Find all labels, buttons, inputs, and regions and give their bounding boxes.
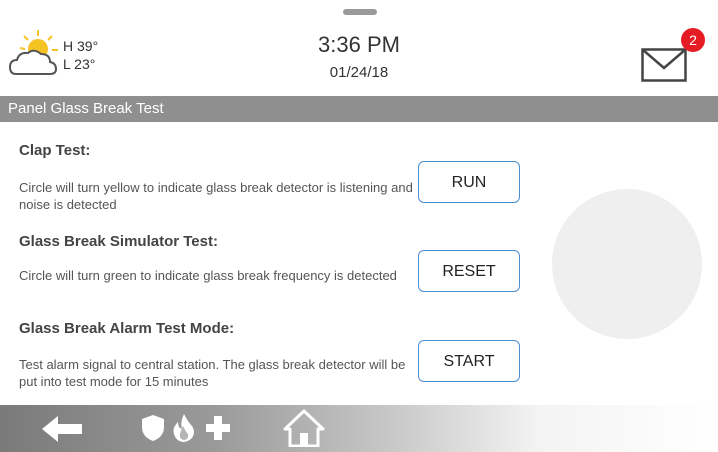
low-temperature: L 23° — [63, 56, 96, 72]
page-title: Panel Glass Break Test — [8, 100, 164, 117]
shield-icon[interactable] — [142, 415, 164, 441]
clap-test-description: Circle will turn yellow to indicate glas… — [19, 180, 413, 212]
envelope-icon — [641, 48, 687, 82]
current-time: 3:36 PM — [318, 32, 400, 57]
back-arrow-icon[interactable] — [42, 416, 82, 442]
simulator-test-description: Circle will turn green to indicate glass… — [19, 268, 397, 283]
status-indicator-circle — [552, 189, 702, 339]
partly-cloudy-icon — [8, 30, 58, 75]
simulator-test-heading: Glass Break Simulator Test: — [19, 233, 218, 250]
message-count-badge: 2 — [681, 28, 705, 52]
alarm-test-description: Test alarm signal to central station. Th… — [19, 357, 406, 389]
start-button[interactable]: START — [418, 340, 520, 382]
alarm-test-heading: Glass Break Alarm Test Mode: — [19, 320, 235, 337]
pull-down-handle[interactable] — [343, 9, 377, 15]
page-title-bar: Panel Glass Break Test — [0, 96, 718, 122]
run-button[interactable]: RUN — [418, 161, 520, 203]
fire-icon[interactable] — [172, 414, 196, 442]
high-temperature: H 39° — [63, 38, 99, 54]
reset-button[interactable]: RESET — [418, 250, 520, 292]
home-icon[interactable] — [283, 409, 325, 447]
clock: 3:36 PM 01/24/18 — [259, 32, 459, 81]
clap-test-heading: Clap Test: — [19, 142, 91, 159]
messages-button[interactable]: 2 — [639, 28, 709, 88]
weather-widget[interactable]: H 39° L 23° — [8, 24, 128, 84]
medical-cross-icon[interactable] — [206, 416, 230, 440]
bottom-nav-bar — [0, 405, 718, 452]
current-date: 01/24/18 — [329, 64, 389, 81]
